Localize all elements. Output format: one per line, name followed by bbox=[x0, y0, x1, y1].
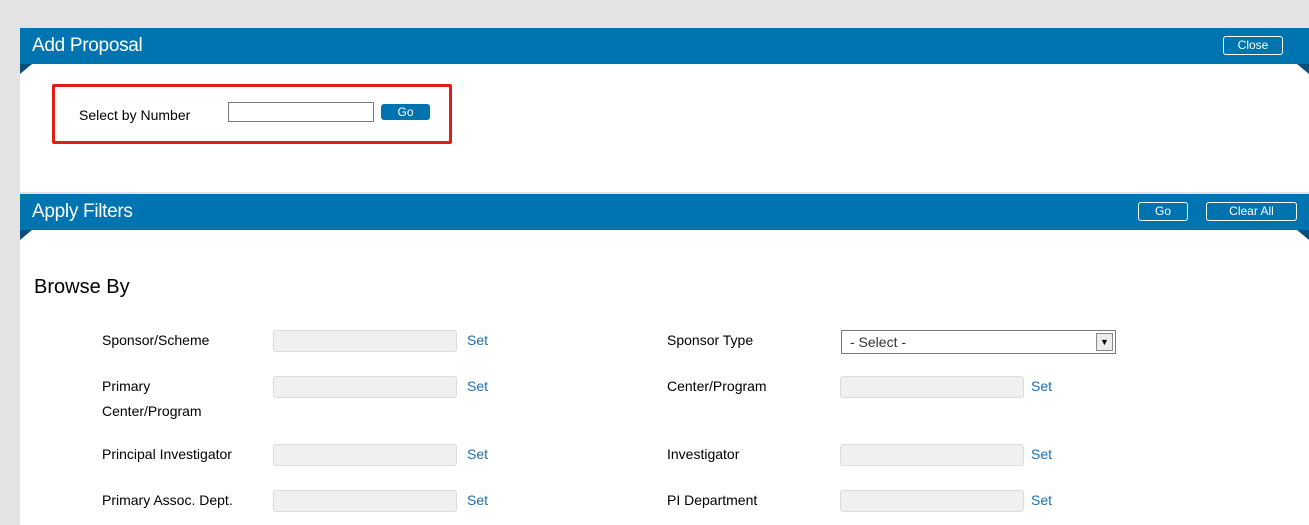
primary-assoc-dept-field[interactable] bbox=[273, 490, 457, 512]
pi-department-field[interactable] bbox=[840, 490, 1024, 512]
header-notch-right bbox=[1297, 230, 1309, 240]
primary-assoc-dept-set-link[interactable]: Set bbox=[467, 492, 488, 508]
primary-center-program-label-line1: Primary bbox=[102, 378, 151, 394]
principal-investigator-label: Principal Investigator bbox=[102, 446, 232, 462]
investigator-label: Investigator bbox=[667, 446, 740, 462]
add-proposal-panel: Add Proposal Close Select by Number Go bbox=[20, 28, 1309, 192]
investigator-field[interactable] bbox=[840, 444, 1024, 466]
select-by-number-input[interactable] bbox=[228, 102, 374, 122]
add-proposal-header: Add Proposal Close bbox=[20, 28, 1309, 64]
filters-go-button[interactable]: Go bbox=[1138, 202, 1188, 221]
sponsor-scheme-set-link[interactable]: Set bbox=[467, 332, 488, 348]
browse-by-heading: Browse By bbox=[34, 276, 130, 298]
add-proposal-title: Add Proposal bbox=[32, 35, 143, 56]
primary-center-program-set-link[interactable]: Set bbox=[467, 378, 488, 394]
primary-center-program-label-line2: Center/Program bbox=[102, 403, 202, 419]
select-by-number-label: Select by Number bbox=[79, 107, 191, 123]
sponsor-type-select[interactable]: - Select - ▼ bbox=[841, 330, 1116, 354]
pi-department-label: PI Department bbox=[667, 492, 758, 508]
close-button[interactable]: Close bbox=[1223, 36, 1283, 55]
apply-filters-header: Apply Filters Go Clear All bbox=[20, 194, 1309, 230]
center-program-label: Center/Program bbox=[667, 378, 767, 394]
apply-filters-title: Apply Filters bbox=[32, 201, 133, 222]
sponsor-scheme-field[interactable] bbox=[273, 330, 457, 352]
sponsor-type-label: Sponsor Type bbox=[667, 332, 754, 348]
center-program-set-link[interactable]: Set bbox=[1031, 378, 1052, 394]
principal-investigator-field[interactable] bbox=[273, 444, 457, 466]
header-notch-left bbox=[20, 230, 32, 240]
select-by-number-go-button[interactable]: Go bbox=[381, 104, 430, 120]
principal-investigator-set-link[interactable]: Set bbox=[467, 446, 488, 462]
sponsor-type-selected-value: - Select - bbox=[850, 334, 907, 350]
header-notch-right bbox=[1297, 64, 1309, 74]
pi-department-set-link[interactable]: Set bbox=[1031, 492, 1052, 508]
primary-center-program-field[interactable] bbox=[273, 376, 457, 398]
chevron-down-icon[interactable]: ▼ bbox=[1096, 333, 1113, 351]
sponsor-scheme-label: Sponsor/Scheme bbox=[102, 332, 210, 348]
clear-all-button[interactable]: Clear All bbox=[1206, 202, 1297, 221]
header-notch-left bbox=[20, 64, 32, 74]
primary-assoc-dept-label: Primary Assoc. Dept. bbox=[102, 492, 233, 508]
investigator-set-link[interactable]: Set bbox=[1031, 446, 1052, 462]
center-program-field[interactable] bbox=[840, 376, 1024, 398]
apply-filters-panel: Apply Filters Go Clear All Browse By Spo… bbox=[20, 194, 1309, 525]
